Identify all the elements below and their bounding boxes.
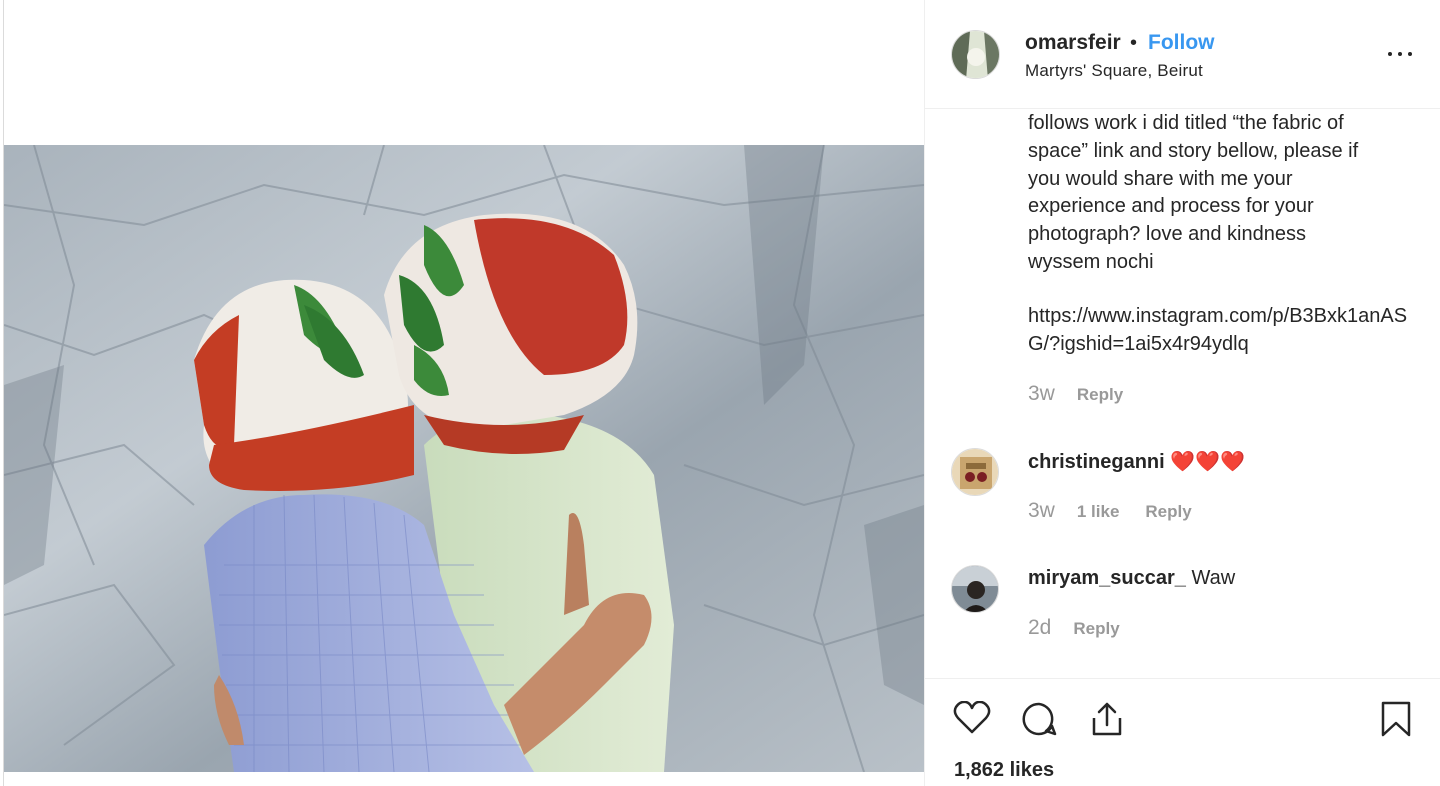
more-options-icon[interactable] — [1385, 44, 1415, 64]
post-photo-image — [4, 145, 924, 772]
comment-reply-button[interactable]: Reply — [1145, 502, 1191, 522]
post-actions: 1,862 likes — [925, 678, 1440, 786]
comment-username[interactable]: miryam_succar_ — [1028, 567, 1186, 589]
post-sidebar: omarsfeir • Follow Martyrs' Square, Beir… — [924, 0, 1440, 786]
comment-line: miryam_succar_ Waw — [1028, 567, 1235, 590]
post-location[interactable]: Martyrs' Square, Beirut — [1025, 61, 1203, 81]
post-header: omarsfeir • Follow Martyrs' Square, Beir… — [925, 0, 1440, 109]
comment-avatar[interactable] — [951, 448, 999, 496]
caption-time[interactable]: 3w — [1028, 382, 1055, 406]
caption-link[interactable]: https://www.instagram.com/p/B3Bxk1anASG/… — [1028, 303, 1428, 359]
caption-meta: 3w Reply — [1028, 382, 1123, 406]
comment-avatar[interactable] — [951, 565, 999, 613]
comment-likes[interactable]: 1 like — [1077, 502, 1120, 522]
heart-icon[interactable] — [953, 700, 991, 740]
caption-reply-button[interactable]: Reply — [1077, 385, 1123, 405]
follow-button[interactable]: Follow — [1148, 31, 1215, 55]
comments-list[interactable]: follows work i did titled “the fabric of… — [925, 110, 1440, 678]
comment-username[interactable]: christineganni — [1028, 451, 1165, 473]
comment-line: christineganni ❤️❤️❤️ — [1028, 449, 1245, 474]
comment-meta: 3w 1 like Reply — [1028, 499, 1192, 523]
comment-meta: 2d Reply — [1028, 616, 1120, 640]
author-avatar[interactable] — [951, 30, 1000, 79]
header-separator: • — [1130, 32, 1138, 54]
bookmark-icon[interactable] — [1381, 701, 1411, 742]
comment-icon[interactable] — [1021, 701, 1057, 742]
comment-time[interactable]: 2d — [1028, 616, 1051, 640]
comment-text: ❤️❤️❤️ — [1170, 451, 1245, 473]
author-username[interactable]: omarsfeir — [1025, 31, 1121, 55]
comment-text: Waw — [1191, 567, 1236, 589]
likes-count[interactable]: 1,862 likes — [954, 759, 1054, 782]
share-icon[interactable] — [1089, 701, 1125, 742]
post-photo[interactable] — [4, 145, 924, 772]
comment-time[interactable]: 3w — [1028, 499, 1055, 523]
caption-text: follows work i did titled “the fabric of… — [1028, 112, 1359, 273]
comment-reply-button[interactable]: Reply — [1073, 619, 1119, 639]
